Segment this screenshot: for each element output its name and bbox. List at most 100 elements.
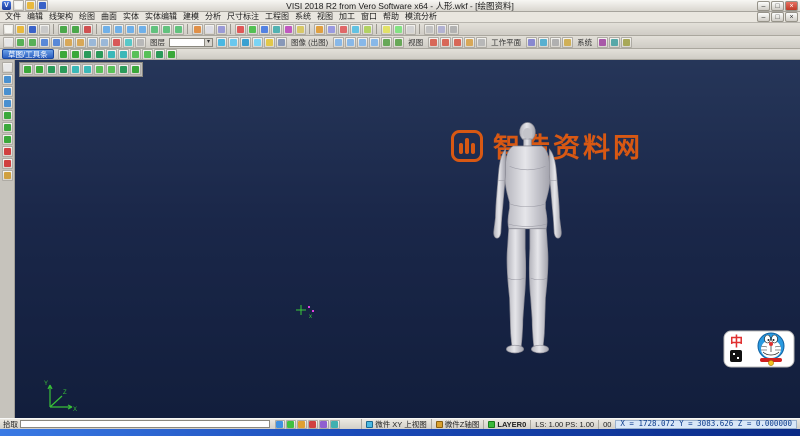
- menu-item-5[interactable]: 实体: [120, 12, 142, 22]
- shaded-mode-icon[interactable]: [1, 122, 13, 133]
- menu-item-3[interactable]: 绘图: [76, 12, 98, 22]
- calculator-icon[interactable]: [549, 36, 561, 48]
- lock-icon[interactable]: [117, 64, 129, 75]
- menu-item-6[interactable]: 实体编辑: [142, 12, 180, 22]
- guides-icon[interactable]: [105, 64, 117, 75]
- previous-view-icon[interactable]: [172, 23, 184, 35]
- close-button[interactable]: ×: [785, 0, 798, 11]
- magnet-icon[interactable]: [329, 419, 340, 429]
- line-icon[interactable]: [246, 23, 258, 35]
- shaded-view-icon[interactable]: [191, 23, 203, 35]
- render-transparent-icon[interactable]: [251, 36, 263, 48]
- mdi-close-button[interactable]: ×: [785, 12, 798, 22]
- rectangle-icon[interactable]: [294, 23, 306, 35]
- workplane-yz-icon[interactable]: [451, 36, 463, 48]
- menu-item-8[interactable]: 分析: [202, 12, 224, 22]
- mdi-restore-button[interactable]: □: [771, 12, 784, 22]
- command-input[interactable]: [20, 420, 270, 428]
- surface-icon[interactable]: [313, 23, 325, 35]
- render-wire-icon[interactable]: [227, 36, 239, 48]
- grid-icon[interactable]: [21, 64, 33, 75]
- select-box-icon[interactable]: [26, 36, 38, 48]
- options-icon[interactable]: [447, 23, 459, 35]
- view-dynamic-icon[interactable]: [380, 36, 392, 48]
- sketch-dimension-icon[interactable]: [166, 48, 178, 60]
- macro-icon[interactable]: [596, 36, 608, 48]
- plane-icon[interactable]: [57, 64, 69, 75]
- workplane-xy-icon[interactable]: [427, 36, 439, 48]
- mdi-minimize-button[interactable]: –: [757, 12, 770, 22]
- render-hidden-icon[interactable]: [239, 36, 251, 48]
- maximize-button[interactable]: □: [771, 0, 784, 11]
- menu-item-16[interactable]: 模流分析: [402, 12, 440, 22]
- quick-open-icon[interactable]: [24, 0, 36, 11]
- workplane-reset-icon[interactable]: [475, 36, 487, 48]
- menu-item-11[interactable]: 系统: [292, 12, 314, 22]
- sketch-fillet-icon[interactable]: [154, 48, 166, 60]
- wireframe-mode-icon[interactable]: [1, 110, 13, 121]
- point-icon[interactable]: [234, 23, 246, 35]
- origin-icon[interactable]: [81, 64, 93, 75]
- thickness-icon[interactable]: [134, 36, 146, 48]
- selection-filter-icon[interactable]: [318, 419, 329, 429]
- boolean-icon[interactable]: [337, 23, 349, 35]
- snap-icon[interactable]: [33, 64, 45, 75]
- attributes-icon[interactable]: [435, 23, 447, 35]
- sketch-circle-icon[interactable]: [82, 48, 94, 60]
- minimize-button[interactable]: –: [757, 0, 770, 11]
- workplane-xz-icon[interactable]: [439, 36, 451, 48]
- dimension-icon[interactable]: [392, 23, 404, 35]
- ungroup-icon[interactable]: [74, 36, 86, 48]
- quick-save-icon[interactable]: [36, 0, 48, 11]
- chevron-down-icon[interactable]: ▾: [204, 38, 212, 46]
- human-model[interactable]: [465, 118, 590, 363]
- sketch-rect-icon[interactable]: [94, 48, 106, 60]
- system-info-icon[interactable]: [537, 36, 549, 48]
- help-icon[interactable]: [561, 36, 573, 48]
- menu-item-1[interactable]: 编辑: [24, 12, 46, 22]
- redo-icon[interactable]: [69, 23, 81, 35]
- snap-settings-icon[interactable]: [274, 419, 285, 429]
- sketch-mirror-icon[interactable]: [142, 48, 154, 60]
- zoom-window-icon[interactable]: [112, 23, 124, 35]
- unblank-icon[interactable]: [98, 36, 110, 48]
- axis-view-indicator[interactable]: 微件Z轴图: [430, 418, 484, 430]
- zoom-out-icon[interactable]: [136, 23, 148, 35]
- mask-icon[interactable]: [50, 36, 62, 48]
- menu-item-0[interactable]: 文件: [2, 12, 24, 22]
- workplane-indicator[interactable]: 微件 XY 上视图: [361, 418, 431, 430]
- view-side-icon[interactable]: [356, 36, 368, 48]
- sketch-trim-icon[interactable]: [118, 48, 130, 60]
- system-settings-icon[interactable]: [525, 36, 537, 48]
- view-front-icon[interactable]: [344, 36, 356, 48]
- pan-icon[interactable]: [1, 74, 13, 85]
- render-shaded-icon[interactable]: [215, 36, 227, 48]
- background-icon[interactable]: [275, 36, 287, 48]
- sketch-arc-icon[interactable]: [70, 48, 82, 60]
- view-iso-icon[interactable]: [368, 36, 380, 48]
- spline-icon[interactable]: [282, 23, 294, 35]
- select-chain-icon[interactable]: [14, 36, 26, 48]
- layer-manager-icon[interactable]: [423, 23, 435, 35]
- menu-item-7[interactable]: 建模: [180, 12, 202, 22]
- measure-tool-icon[interactable]: [1, 146, 13, 157]
- sketch-point-icon[interactable]: [106, 48, 118, 60]
- hidden-line-icon[interactable]: [215, 23, 227, 35]
- blank-icon[interactable]: [86, 36, 98, 48]
- menu-item-2[interactable]: 线架构: [46, 12, 76, 22]
- sketch-line-icon[interactable]: [58, 48, 70, 60]
- print-icon[interactable]: [38, 23, 50, 35]
- plugin-icon[interactable]: [608, 36, 620, 48]
- erase-icon[interactable]: [1, 158, 13, 169]
- light-icon[interactable]: [263, 36, 275, 48]
- target-icon[interactable]: [129, 64, 141, 75]
- menu-item-4[interactable]: 曲面: [98, 12, 120, 22]
- ortho-icon[interactable]: [296, 419, 307, 429]
- color-icon[interactable]: [110, 36, 122, 48]
- linetype-icon[interactable]: [122, 36, 134, 48]
- workplane-3points-icon[interactable]: [463, 36, 475, 48]
- zoom-in-icon[interactable]: [124, 23, 136, 35]
- layer-select[interactable]: ▾: [169, 37, 213, 47]
- layer-indicator[interactable]: LAYER0: [483, 419, 530, 429]
- axis-icon[interactable]: [45, 64, 57, 75]
